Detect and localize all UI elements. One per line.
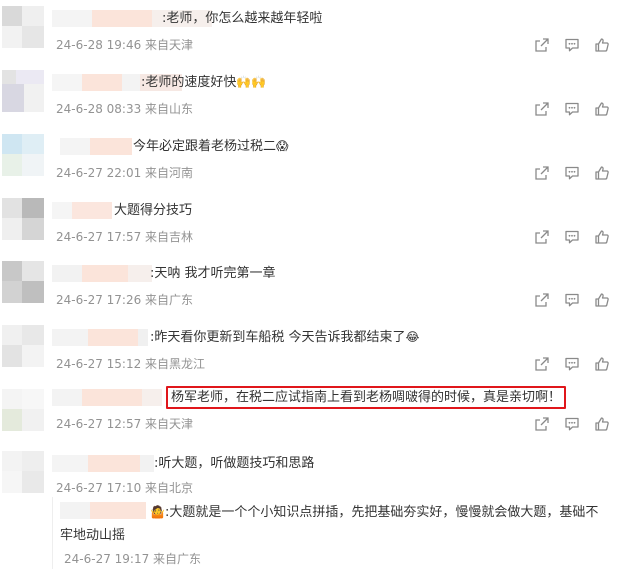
comment-item: :老师的速度好快🙌🙌 24-6-28 08:33 来自山东 <box>0 68 624 128</box>
emoji: 😂 <box>405 330 420 344</box>
comment-item: :老师，你怎么越来越年轻啦 24-6-28 19:46 来自天津 <box>0 4 624 64</box>
avatar[interactable] <box>2 451 44 493</box>
share-icon[interactable] <box>534 101 550 117</box>
avatar[interactable] <box>2 325 44 367</box>
like-icon[interactable] <box>594 229 610 245</box>
comment-actions <box>534 165 614 183</box>
comment-text: 今年必定跟着老杨过税二😱 <box>133 136 289 157</box>
comment-actions <box>534 292 614 310</box>
like-icon[interactable] <box>594 165 610 181</box>
comment-meta: 24-6-28 19:46 来自天津 <box>56 38 194 52</box>
comment-meta: 24-6-27 15:12 来自黑龙江 <box>56 357 206 371</box>
comment-text-highlighted: 杨军老师，在税二应试指南上看到老杨啁啵得的时候，真是亲切啊！ <box>166 386 567 409</box>
comment-text: :天呐 我才听完第一章 <box>150 266 276 281</box>
comment-meta: 24-6-27 12:57 来自天津 <box>56 417 194 431</box>
share-icon[interactable] <box>534 416 550 432</box>
avatar[interactable] <box>2 6 44 48</box>
reply-text-continued: 牢地动山摇 <box>60 528 126 543</box>
comment-item: :昨天看你更新到车船税 今天告诉我都结束了😂 24-6-27 15:12 来自黑… <box>0 323 624 383</box>
comment-icon[interactable] <box>564 101 580 117</box>
avatar[interactable] <box>2 389 44 431</box>
comment-actions <box>534 37 614 55</box>
comment-item: 大题得分技巧 24-6-27 17:57 来自吉林 <box>0 196 624 256</box>
comment-meta: 24-6-27 17:26 来自广东 <box>56 293 194 307</box>
emoji: 🤷 <box>150 505 165 519</box>
comment-icon[interactable] <box>564 165 580 181</box>
comment-icon[interactable] <box>564 37 580 53</box>
share-icon[interactable] <box>534 37 550 53</box>
comment-icon[interactable] <box>564 356 580 372</box>
share-icon[interactable] <box>534 292 550 308</box>
avatar[interactable] <box>2 261 44 303</box>
comment-icon[interactable] <box>564 292 580 308</box>
share-icon[interactable] <box>534 229 550 245</box>
emoji: 😱 <box>276 139 289 153</box>
comment-text: :昨天看你更新到车船税 今天告诉我都结束了😂 <box>150 327 420 348</box>
like-icon[interactable] <box>594 37 610 53</box>
comment-text: :听大题，听做题技巧和思路 <box>154 456 315 471</box>
comment-meta: 24-6-27 17:57 来自吉林 <box>56 230 194 244</box>
reply-text: 🤷:大题就是一个个小知识点拼插，先把基础夯实好，慢慢就会做大题，基础不 <box>150 502 598 523</box>
comment-meta: 24-6-28 08:33 来自山东 <box>56 102 194 116</box>
comment-icon[interactable] <box>564 229 580 245</box>
comment-actions <box>534 101 614 119</box>
comment-text: :老师的速度好快🙌🙌 <box>141 72 266 93</box>
avatar[interactable] <box>2 198 44 240</box>
comment-meta: 24-6-27 17:10 来自北京 <box>56 481 194 495</box>
share-icon[interactable] <box>534 356 550 372</box>
share-icon[interactable] <box>534 165 550 181</box>
reply-item: 🤷:大题就是一个个小知识点拼插，先把基础夯实好，慢慢就会做大题，基础不 牢地动山… <box>0 497 624 569</box>
like-icon[interactable] <box>594 101 610 117</box>
comment-item: :听大题，听做题技巧和思路 24-6-27 17:10 来自北京 <box>0 449 624 495</box>
reply-meta: 24-6-27 19:17 来自广东 <box>64 552 202 566</box>
comment-actions <box>534 416 614 434</box>
comment-item: 今年必定跟着老杨过税二😱 24-6-27 22:01 来自河南 <box>0 132 624 192</box>
comment-text: 大题得分技巧 <box>114 203 193 218</box>
like-icon[interactable] <box>594 356 610 372</box>
avatar[interactable] <box>2 70 44 112</box>
like-icon[interactable] <box>594 416 610 432</box>
like-icon[interactable] <box>594 292 610 308</box>
avatar[interactable] <box>2 134 44 176</box>
comment-item: 杨军老师，在税二应试指南上看到老杨啁啵得的时候，真是亲切啊！ 24-6-27 1… <box>0 383 624 443</box>
emoji: 🙌🙌 <box>236 75 267 89</box>
comment-meta: 24-6-27 22:01 来自河南 <box>56 166 194 180</box>
comment-icon[interactable] <box>564 416 580 432</box>
comment-actions <box>534 356 614 374</box>
comment-text: :老师，你怎么越来越年轻啦 <box>162 11 323 26</box>
comment-item: :天呐 我才听完第一章 24-6-27 17:26 来自广东 <box>0 259 624 319</box>
comment-actions <box>534 229 614 247</box>
